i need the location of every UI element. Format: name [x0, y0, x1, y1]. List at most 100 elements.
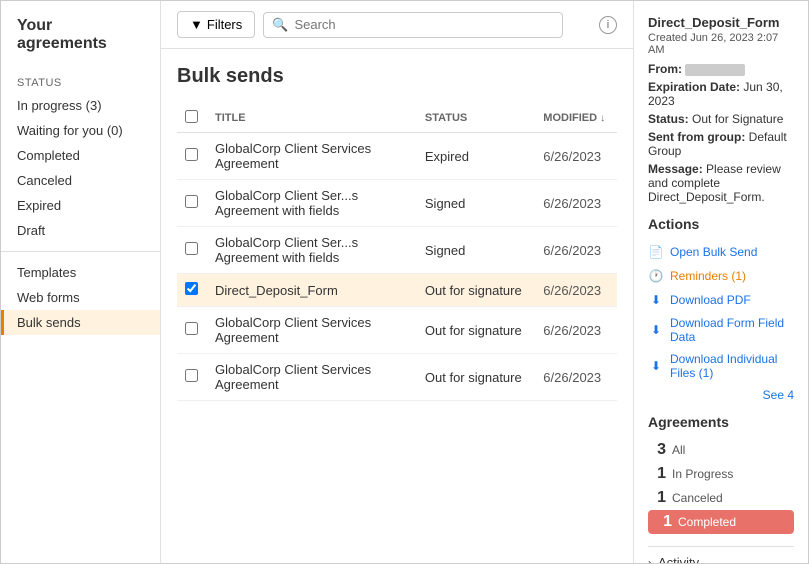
- select-all-checkbox[interactable]: [185, 110, 198, 123]
- stat-completed-count: 1: [654, 513, 672, 531]
- sidebar-divider: [1, 251, 160, 252]
- panel-status-field: Status: Out for Signature: [648, 112, 794, 126]
- right-panel: Direct_Deposit_Form Created Jun 26, 2023…: [633, 1, 808, 563]
- search-box: 🔍: [263, 12, 563, 38]
- filter-button[interactable]: ▼ Filters: [177, 11, 255, 38]
- row-status: Signed: [417, 227, 535, 274]
- panel-message-label: Message:: [648, 162, 703, 176]
- row-checkbox[interactable]: [185, 369, 198, 382]
- sidebar-item-canceled[interactable]: Canceled: [1, 168, 160, 193]
- table-row[interactable]: Direct_Deposit_Form Out for signature 6/…: [177, 274, 617, 307]
- filter-icon: ▼: [190, 17, 203, 32]
- row-status: Signed: [417, 180, 535, 227]
- row-checkbox[interactable]: [185, 242, 198, 255]
- row-status: Out for signature: [417, 274, 535, 307]
- download-form-icon: ⬇: [648, 322, 664, 338]
- activity-section[interactable]: › Activity: [648, 546, 794, 563]
- action-download-individual[interactable]: ⬇ Download Individual Files (1): [648, 348, 794, 384]
- content-area: Bulk sends TITLE STATUS MODIFIED ↓ Globa…: [161, 49, 633, 563]
- row-title: GlobalCorp Client Ser...s Agreement with…: [207, 227, 417, 274]
- table-row[interactable]: GlobalCorp Client Services Agreement Out…: [177, 307, 617, 354]
- panel-from-label: From:: [648, 62, 682, 76]
- sidebar-item-web-forms[interactable]: Web forms: [1, 285, 160, 310]
- stat-completed-label: Completed: [678, 515, 736, 529]
- app-title: Your agreements: [1, 17, 160, 69]
- stat-in-progress-count: 1: [648, 465, 666, 483]
- row-modified: 6/26/2023: [535, 354, 617, 401]
- clock-icon: 🕐: [648, 268, 664, 284]
- row-title: GlobalCorp Client Ser...s Agreement with…: [207, 180, 417, 227]
- panel-message-field: Message: Please review and complete Dire…: [648, 162, 794, 204]
- row-title: GlobalCorp Client Services Agreement: [207, 307, 417, 354]
- row-modified: 6/26/2023: [535, 180, 617, 227]
- table-row[interactable]: GlobalCorp Client Ser...s Agreement with…: [177, 180, 617, 227]
- sidebar-item-draft[interactable]: Draft: [1, 218, 160, 243]
- row-status: Expired: [417, 133, 535, 180]
- panel-status-label: Status:: [648, 112, 689, 126]
- status-section-label: STATUS: [1, 69, 160, 93]
- activity-label: Activity: [658, 555, 699, 563]
- stat-all-label: All: [672, 443, 685, 457]
- row-title: GlobalCorp Client Services Agreement: [207, 354, 417, 401]
- action-open-bulk-send[interactable]: 📄 Open Bulk Send: [648, 240, 794, 264]
- search-input[interactable]: [294, 17, 554, 32]
- agreements-table: TITLE STATUS MODIFIED ↓ GlobalCorp Clien…: [177, 104, 617, 401]
- action-download-pdf[interactable]: ⬇ Download PDF: [648, 288, 794, 312]
- panel-from-field: From:: [648, 62, 794, 76]
- row-status: Out for signature: [417, 307, 535, 354]
- stat-completed[interactable]: 1 Completed: [648, 510, 794, 534]
- stat-all[interactable]: 3 All: [648, 438, 794, 462]
- sidebar-item-waiting[interactable]: Waiting for you (0): [1, 118, 160, 143]
- sidebar: Your agreements STATUS In progress (3) W…: [1, 1, 161, 563]
- see-all-link[interactable]: See 4: [648, 388, 794, 402]
- action-download-form-field[interactable]: ⬇ Download Form Field Data: [648, 312, 794, 348]
- agreements-section: Agreements 3 All 1 In Progress 1 Cancele…: [648, 414, 794, 534]
- panel-doc-title: Direct_Deposit_Form: [648, 15, 794, 30]
- action-download-individual-label: Download Individual Files (1): [670, 352, 794, 380]
- row-checkbox[interactable]: [185, 148, 198, 161]
- sort-icon: ↓: [600, 113, 605, 124]
- stat-canceled-count: 1: [648, 489, 666, 507]
- main-content: ▼ Filters 🔍 i Bulk sends TITLE STATUS MO…: [161, 1, 633, 563]
- row-checkbox[interactable]: [185, 282, 198, 295]
- row-checkbox[interactable]: [185, 322, 198, 335]
- sidebar-item-completed[interactable]: Completed: [1, 143, 160, 168]
- actions-section-title: Actions: [648, 216, 794, 232]
- action-download-pdf-label: Download PDF: [670, 293, 751, 307]
- panel-expiration-field: Expiration Date: Jun 30, 2023: [648, 80, 794, 108]
- stat-canceled[interactable]: 1 Canceled: [648, 486, 794, 510]
- panel-from-value: [685, 64, 745, 76]
- download-pdf-icon: ⬇: [648, 292, 664, 308]
- title-column-header: TITLE: [207, 104, 417, 133]
- panel-status-value: Out for Signature: [692, 112, 783, 126]
- sidebar-item-templates[interactable]: Templates: [1, 260, 160, 285]
- toolbar: ▼ Filters 🔍 i: [161, 1, 633, 49]
- row-status: Out for signature: [417, 354, 535, 401]
- info-icon[interactable]: i: [599, 16, 617, 34]
- row-checkbox[interactable]: [185, 195, 198, 208]
- agreements-section-title: Agreements: [648, 414, 794, 430]
- table-row[interactable]: GlobalCorp Client Services Agreement Exp…: [177, 133, 617, 180]
- row-title: GlobalCorp Client Services Agreement: [207, 133, 417, 180]
- row-modified: 6/26/2023: [535, 227, 617, 274]
- table-row[interactable]: GlobalCorp Client Ser...s Agreement with…: [177, 227, 617, 274]
- action-download-form-label: Download Form Field Data: [670, 316, 794, 344]
- sidebar-item-in-progress[interactable]: In progress (3): [1, 93, 160, 118]
- modified-column-header: MODIFIED ↓: [535, 104, 617, 133]
- table-row[interactable]: GlobalCorp Client Services Agreement Out…: [177, 354, 617, 401]
- stat-in-progress-label: In Progress: [672, 467, 733, 481]
- panel-sent-from-group-label: Sent from group:: [648, 130, 745, 144]
- open-icon: 📄: [648, 244, 664, 260]
- panel-sent-from-group-field: Sent from group: Default Group: [648, 130, 794, 158]
- download-individual-icon: ⬇: [648, 358, 664, 374]
- action-open-label: Open Bulk Send: [670, 245, 757, 259]
- sidebar-item-bulk-sends[interactable]: Bulk sends: [1, 310, 160, 335]
- page-title: Bulk sends: [177, 65, 617, 88]
- sidebar-item-expired[interactable]: Expired: [1, 193, 160, 218]
- chevron-right-icon: ›: [648, 556, 652, 564]
- search-icon: 🔍: [272, 17, 288, 33]
- action-reminders[interactable]: 🕐 Reminders (1): [648, 264, 794, 288]
- panel-expiration-label: Expiration Date:: [648, 80, 740, 94]
- panel-created: Created Jun 26, 2023 2:07 AM: [648, 32, 794, 56]
- stat-in-progress[interactable]: 1 In Progress: [648, 462, 794, 486]
